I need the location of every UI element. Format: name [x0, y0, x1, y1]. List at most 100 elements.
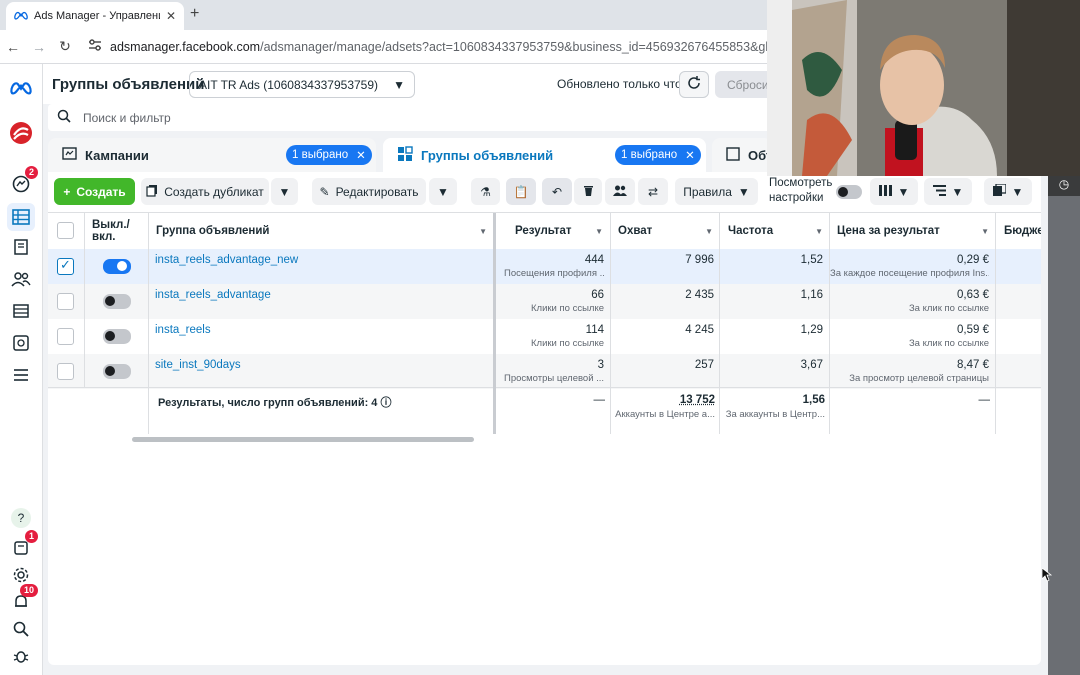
sort-icon[interactable]: ▼	[981, 227, 989, 236]
campaigns-selected-chip[interactable]: 1 выбрано ✕	[286, 145, 372, 165]
audience-button[interactable]	[605, 178, 635, 205]
row-checkbox[interactable]	[57, 328, 74, 345]
catalog-icon[interactable]	[7, 297, 35, 325]
header-name[interactable]: Группа объявлений ▼	[149, 213, 494, 249]
adset-toggle[interactable]	[103, 329, 131, 344]
browser-tab[interactable]: Ads Manager - Управление р ✕	[6, 2, 184, 30]
breakdown-button[interactable]: ▼	[924, 178, 972, 205]
undo-button[interactable]: ↶	[542, 178, 572, 205]
ab-test-button[interactable]: ⚗	[471, 178, 500, 205]
header-frequency[interactable]: Частота ▼	[721, 213, 830, 249]
clear-selection-icon[interactable]: ✕	[685, 148, 695, 162]
sort-icon[interactable]: ▼	[815, 227, 823, 236]
bug-report-icon[interactable]	[7, 642, 35, 670]
adset-name-link[interactable]: insta_reels	[155, 324, 211, 336]
sort-icon[interactable]: ▼	[705, 227, 713, 236]
tab-campaigns-label: Кампании	[85, 147, 149, 163]
preview-settings-toggle[interactable]: Посмотреть настройки	[769, 176, 832, 206]
refresh-button[interactable]	[679, 71, 709, 98]
delete-button[interactable]	[574, 178, 602, 205]
header-select-all[interactable]	[48, 213, 84, 249]
chevron-down-icon: ▼	[897, 184, 910, 199]
columns-button[interactable]: ▼	[870, 178, 918, 205]
table-row[interactable]: insta_reels_advantage_new 444 Посещения пр…	[48, 249, 1041, 284]
svg-text:?: ?	[18, 511, 25, 525]
menu-icon[interactable]	[7, 361, 35, 389]
edit-dropdown[interactable]: ▼	[429, 178, 457, 205]
duplicate-dropdown[interactable]: ▼	[271, 178, 298, 205]
table-row[interactable]: site_inst_90days 3 Просмотры целевой ... 25…	[48, 354, 1041, 389]
export-button[interactable]: ⇄	[638, 178, 668, 205]
messages-badge: 2	[24, 166, 38, 179]
edit-button[interactable]: ✎ Редактировать	[312, 178, 426, 205]
messages-icon[interactable]: 2	[7, 166, 38, 198]
header-budget[interactable]: Бюджет	[997, 213, 1041, 249]
sort-icon[interactable]: ▼	[595, 227, 603, 236]
webcam-overlay	[767, 0, 1080, 176]
close-tab-icon[interactable]: ✕	[166, 9, 176, 23]
table-row[interactable]: insta_reels 114 Клики по ссылке 4 245 1,29 0,…	[48, 319, 1041, 354]
search-nav-icon[interactable]	[7, 615, 35, 643]
clipboard-button[interactable]: 📋	[506, 178, 536, 205]
pages-icon[interactable]	[7, 233, 35, 261]
column-divider	[610, 213, 611, 434]
search-placeholder: Поиск и фильтр	[83, 110, 171, 125]
url-field[interactable]: adsmanager.facebook.com/adsmanager/manag…	[88, 39, 832, 54]
row-checkbox[interactable]	[57, 363, 74, 380]
refresh-icon	[687, 76, 701, 93]
frozen-column-divider[interactable]	[493, 213, 496, 434]
frequency-value: 1,16	[800, 289, 823, 301]
notifications-top-icon[interactable]: 1	[7, 530, 38, 562]
back-icon[interactable]: ←	[0, 39, 26, 55]
bell-icon[interactable]: 10	[7, 584, 38, 616]
site-settings-icon[interactable]	[88, 39, 102, 54]
audiences-icon[interactable]	[7, 265, 35, 293]
meta-logo-icon[interactable]	[7, 74, 35, 102]
sort-icon[interactable]: ▼	[479, 227, 487, 236]
cost-type: За клик по ссылке	[908, 303, 989, 314]
chevron-down-icon: ▼	[737, 184, 750, 199]
adset-toggle[interactable]	[103, 259, 131, 274]
create-button[interactable]: + Создать	[54, 178, 135, 205]
adset-name-link[interactable]: insta_reels_advantage	[155, 289, 271, 301]
forward-icon[interactable]: →	[26, 39, 52, 55]
breakdown-icon	[932, 184, 946, 199]
clear-selection-icon[interactable]: ✕	[356, 148, 366, 162]
row-checkbox[interactable]	[57, 257, 74, 275]
account-selector[interactable]: AIT TR Ads (1060834337953759) ▼	[189, 71, 415, 98]
adset-name-link[interactable]: insta_reels_advantage_new	[155, 254, 298, 266]
row-checkbox[interactable]	[57, 293, 74, 310]
account-avatar[interactable]	[7, 119, 35, 147]
help-icon[interactable]: ?	[7, 504, 35, 532]
adset-name-link[interactable]: site_inst_90days	[155, 359, 241, 371]
meta-favicon-icon	[14, 9, 28, 23]
duplicate-button[interactable]: Создать дубликат	[141, 178, 269, 205]
header-cost[interactable]: Цена за результат ▼	[830, 213, 996, 249]
table-row[interactable]: insta_reels_advantage 66 Клики по ссылке 2 …	[48, 284, 1041, 319]
tab-ads[interactable]: Объя	[712, 138, 783, 172]
reload-icon[interactable]: ↻	[52, 38, 78, 55]
header-result[interactable]: Результат ▼	[508, 213, 610, 249]
totals-label: Результаты, число групп объявлений: 4 ⓘ	[158, 394, 391, 410]
preview-settings-switch[interactable]	[836, 185, 862, 199]
undo-icon: ↶	[551, 184, 563, 199]
adset-toggle[interactable]	[103, 294, 131, 309]
new-tab-icon[interactable]: +	[190, 5, 199, 23]
tab-campaigns[interactable]: Кампании 1 выбрано ✕	[48, 138, 376, 172]
rules-button[interactable]: Правила ▼	[675, 178, 758, 205]
campaigns-table-icon[interactable]	[7, 203, 35, 231]
select-all-checkbox[interactable]	[57, 222, 74, 239]
header-frequency-label: Частота	[728, 225, 774, 237]
billing-icon[interactable]	[7, 329, 35, 357]
horizontal-scrollbar[interactable]	[132, 437, 474, 442]
header-reach[interactable]: Охват ▼	[611, 213, 720, 249]
adset-toggle[interactable]	[103, 364, 131, 379]
reports-button[interactable]: ▼	[984, 178, 1032, 205]
updated-status: Обновлено только что	[557, 77, 682, 91]
toolbar: + Создать Создать дубликат ▼ ✎ Редактиро…	[48, 172, 1041, 212]
column-divider	[148, 213, 149, 434]
totals-row: Результаты, число групп объявлений: 4 ⓘ …	[48, 387, 1041, 434]
info-icon[interactable]: ⓘ	[380, 397, 391, 409]
adsets-selected-chip[interactable]: 1 выбрано ✕	[615, 145, 701, 165]
tab-adsets[interactable]: Группы объявлений 1 выбрано ✕	[383, 138, 706, 172]
